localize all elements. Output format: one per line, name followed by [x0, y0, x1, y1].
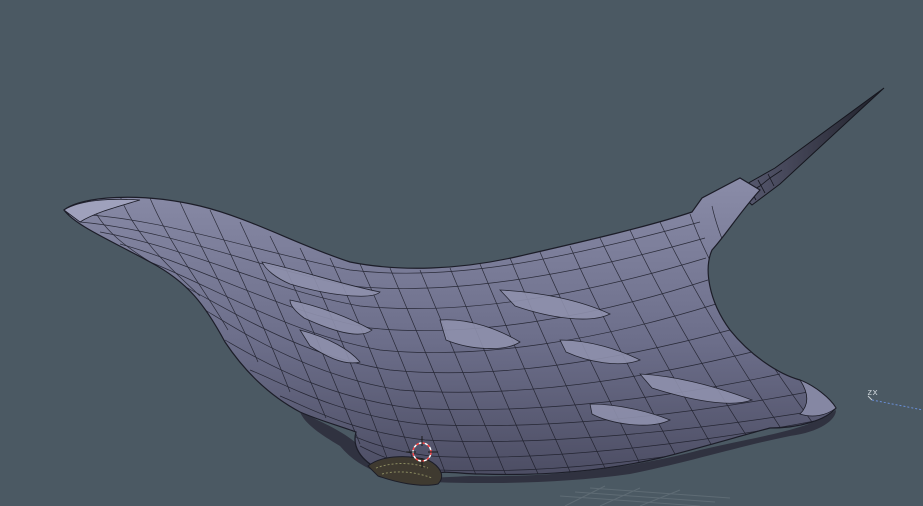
axis-gizmo-labels: zx [867, 388, 878, 398]
3d-viewport[interactable]: zx [0, 0, 923, 506]
mouth-region[interactable] [367, 456, 443, 486]
viewport-canvas[interactable] [0, 0, 923, 506]
manta-ray-mesh[interactable] [63, 177, 837, 480]
axis-gizmo-icon [867, 395, 923, 411]
tail-spike[interactable] [735, 87, 885, 206]
floor-grid [559, 485, 731, 506]
